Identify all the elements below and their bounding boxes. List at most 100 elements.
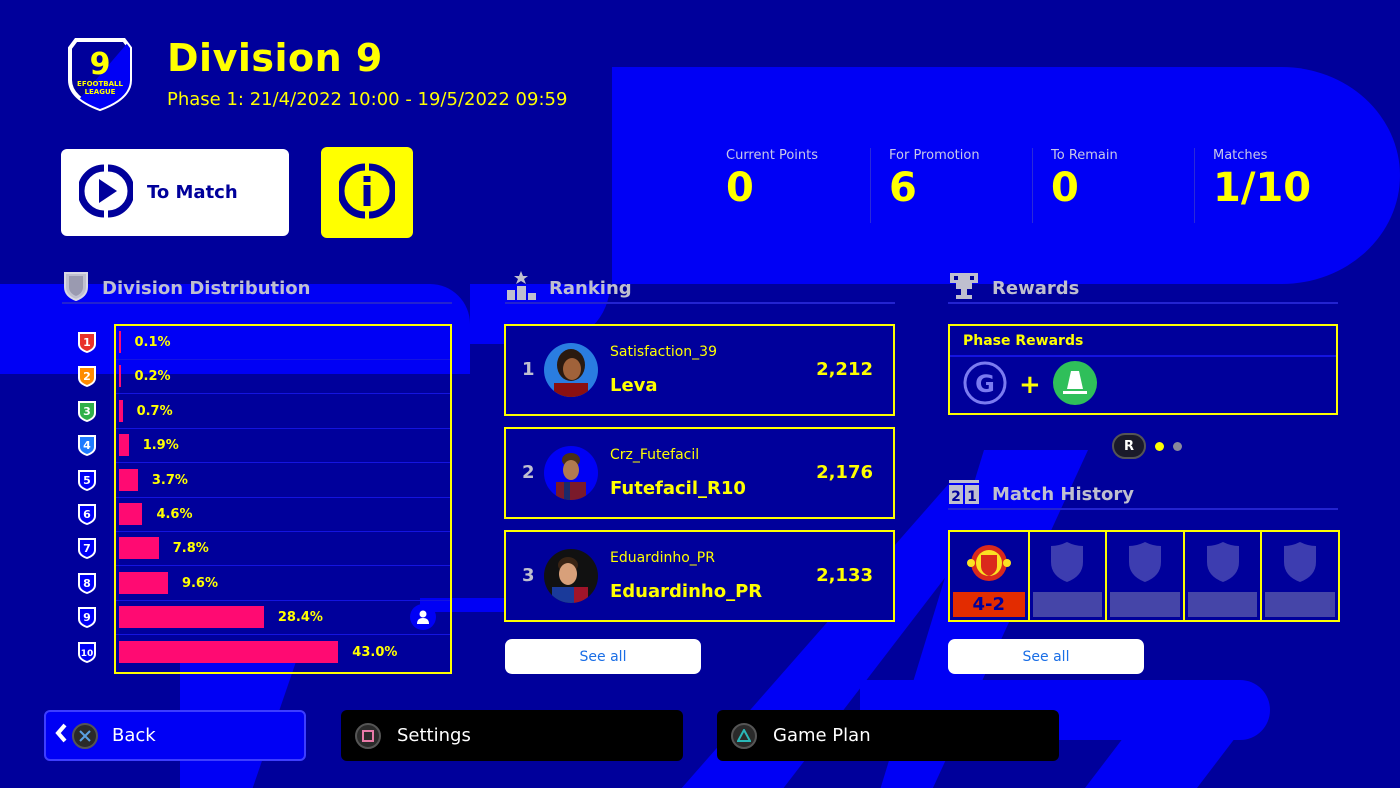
distribution-percent: 9.6% (181, 575, 219, 591)
distribution-row: 0.1% (116, 326, 450, 360)
match-result (1032, 592, 1103, 617)
distribution-bar (119, 537, 159, 560)
stat-value: 1/10 (1213, 165, 1312, 211)
match-history-item[interactable]: 4-2 (950, 532, 1028, 620)
phase-rewards-box[interactable]: Phase Rewards G + (948, 324, 1338, 415)
club-crest-icon (966, 540, 1012, 590)
r-button[interactable]: R (1112, 433, 1146, 459)
division-shield-icon: 10 (76, 640, 98, 664)
division-shield-icon: 4 (76, 433, 98, 457)
division-shield-icon: 6 (76, 502, 98, 526)
to-match-label: To Match (147, 182, 238, 203)
rank-username: Crz_Futefacil (610, 447, 700, 463)
distribution-row: 7.8% (116, 532, 450, 567)
distribution-row: 0.2% (116, 360, 450, 395)
division-shield-icon: 1 (76, 330, 98, 354)
distribution-percent: 4.6% (156, 507, 193, 522)
game-plan-button[interactable]: Game Plan (717, 710, 1059, 761)
distribution-bar (119, 503, 143, 525)
distribution-percent: 0.1% (134, 335, 171, 350)
distribution-bar (119, 606, 264, 629)
ranking-entry[interactable]: 3 Eduardinho_PR Eduardinho_PR 2,133 (504, 530, 895, 622)
match-history-header: 21 Match History (948, 480, 1338, 510)
division-badge: 9 EFOOTBALL LEAGUE (68, 36, 132, 112)
ranking-title: Ranking (549, 277, 632, 299)
svg-text:6: 6 (83, 508, 91, 521)
svg-text:1: 1 (967, 489, 977, 505)
division-shield-icon: 7 (76, 536, 98, 560)
square-button-icon (355, 722, 381, 749)
info-button[interactable] (321, 147, 413, 238)
stat-to-remain: To Remain 0 (1032, 148, 1194, 223)
division-shield-icon: 9 (76, 605, 98, 629)
svg-text:4: 4 (83, 439, 91, 452)
stat-for-promotion: For Promotion 6 (870, 148, 1032, 223)
distribution-header: Division Distribution (62, 271, 452, 305)
distribution-percent: 3.7% (151, 472, 188, 488)
avatar (544, 446, 598, 500)
distribution-row: 4.6% (116, 498, 450, 532)
rank-username: Eduardinho_PR (610, 550, 715, 566)
rewards-title: Rewards (992, 277, 1080, 299)
match-history-list: 4-2 (948, 530, 1340, 622)
cross-button-icon (72, 722, 98, 749)
ranking-header: Ranking (505, 271, 895, 305)
distribution-bar (119, 571, 168, 594)
distribution-bar (119, 640, 339, 663)
rank-username: Satisfaction_39 (610, 344, 717, 360)
distribution-bar (119, 331, 121, 353)
rank-score: 2,133 (816, 565, 873, 586)
stats-panel: Current Points 0 For Promotion 6 To Rema… (708, 148, 1356, 223)
match-history-item-empty (1260, 532, 1338, 620)
match-history-see-all-button[interactable]: See all (948, 639, 1144, 674)
rank-number: 2 (522, 462, 535, 483)
phase-rewards-label: Phase Rewards (950, 326, 1336, 357)
rank-number: 3 (522, 565, 535, 586)
rank-score: 2,176 (816, 462, 873, 483)
stat-value: 0 (1051, 165, 1079, 211)
plus-sign: + (1019, 370, 1041, 400)
svg-text:8: 8 (83, 577, 91, 590)
distribution-title: Division Distribution (102, 277, 311, 299)
svg-text:LEAGUE: LEAGUE (85, 88, 116, 96)
page-dot-active[interactable] (1155, 441, 1164, 451)
avatar (544, 343, 598, 397)
ranking-entry[interactable]: 1 Satisfaction_39 Leva 2,212 (504, 324, 895, 416)
rewards-pager: R (1112, 433, 1182, 459)
settings-button[interactable]: Settings (341, 710, 683, 761)
ranking-entry[interactable]: 2 Crz_Futefacil Futefacil_R10 2,176 (504, 427, 895, 519)
distribution-percent: 1.9% (142, 438, 179, 454)
match-history-item-empty (1027, 532, 1106, 620)
shield-icon (62, 271, 90, 305)
match-result (1110, 592, 1180, 617)
avatar (544, 549, 598, 603)
page-dot[interactable] (1173, 441, 1182, 451)
svg-text:9: 9 (83, 611, 91, 624)
match-result (1265, 592, 1335, 617)
play-circle-icon (77, 164, 135, 222)
ranking-see-all-button[interactable]: See all (505, 639, 701, 674)
stat-label: Matches (1213, 148, 1268, 163)
match-history-item-empty (1182, 532, 1261, 620)
current-user-icon (410, 604, 436, 631)
back-label: Back (112, 725, 156, 746)
back-button[interactable]: Back (44, 710, 306, 761)
rank-number: 1 (522, 359, 535, 380)
empty-crest-icon (1127, 540, 1163, 588)
division-shield-icon: 8 (76, 571, 98, 595)
svg-text:1: 1 (83, 336, 91, 349)
svg-text:EFOOTBALL: EFOOTBALL (77, 80, 123, 88)
svg-text:2: 2 (83, 370, 91, 383)
distribution-bar (119, 399, 123, 422)
distribution-row: 9.6% (116, 567, 450, 601)
rewards-header: Rewards (948, 273, 1338, 304)
empty-crest-icon (1205, 540, 1241, 588)
distribution-row: 3.7% (116, 464, 450, 498)
distribution-row: 0.7% (116, 395, 450, 429)
to-match-button[interactable]: To Match (61, 149, 289, 236)
stat-value: 6 (889, 165, 917, 211)
podium-icon (505, 271, 537, 305)
rank-team-name: Futefacil_R10 (610, 478, 746, 499)
distribution-row: 28.4% (116, 601, 450, 636)
svg-text:G: G (975, 370, 995, 398)
